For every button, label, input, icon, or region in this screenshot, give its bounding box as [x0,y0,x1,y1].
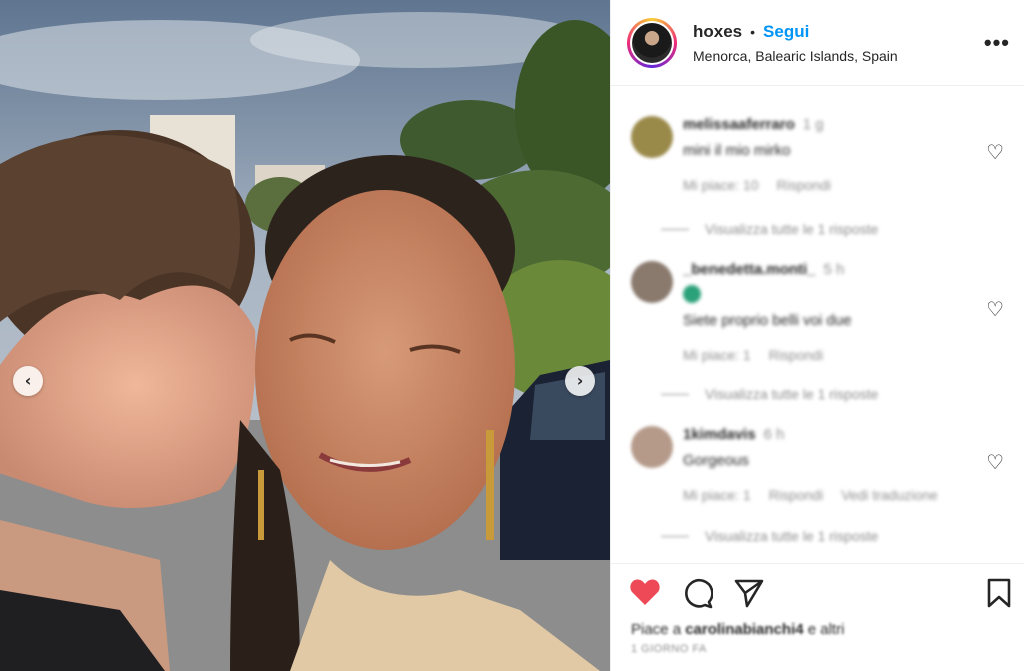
next-photo-button[interactable]: › [565,366,595,396]
view-replies[interactable]: Visualizza tutte le 1 risposte [661,386,878,402]
comment-time: 1 g [802,116,824,133]
see-translation-button[interactable]: Vedi traduzione [841,487,938,503]
comment-username[interactable]: _benedetta.monti_ [683,261,816,278]
comment-likes[interactable]: Mi piace: 1 [683,487,751,503]
comment-icon[interactable] [681,577,714,614]
comment-like-icon[interactable]: ♡ [986,450,1004,475]
comment-like-icon[interactable]: ♡ [986,140,1004,165]
comment-time: 6 h [763,426,785,443]
view-replies-label: Visualizza tutte le 1 risposte [705,221,879,237]
follow-button[interactable]: Segui [763,22,809,42]
more-options-icon[interactable]: ••• [984,30,1010,56]
send-icon[interactable] [733,577,765,614]
comment-avatar[interactable] [631,426,673,468]
post-dialog: ‹ › hoxes • Segui Menorca, Balearic Isla… [0,0,1024,671]
view-replies-label: Visualizza tutte le 1 risposte [705,528,879,544]
post-header: hoxes • Segui Menorca, Balearic Islands,… [611,0,1024,86]
comment-text: Gorgeous [683,452,749,469]
comment-username[interactable]: melissaaferraro [683,116,795,133]
separator-dot: • [750,23,756,40]
comment-username[interactable]: 1kimdavis [683,426,756,443]
post-location[interactable]: Menorca, Balearic Islands, Spain [693,48,898,64]
heart-filled-icon[interactable] [629,577,661,612]
author-avatar[interactable] [627,17,677,68]
comment-avatar[interactable] [631,116,673,158]
comments-list[interactable]: melissaaferraro 1 g mini il mio mirko Mi … [611,86,1024,563]
post-side-panel: hoxes • Segui Menorca, Balearic Islands,… [610,0,1024,671]
view-replies-label: Visualizza tutte le 1 risposte [705,386,879,402]
reply-button[interactable]: Rispondi [769,487,823,503]
author-username[interactable]: hoxes [693,22,742,42]
chevron-left-icon: ‹ [24,371,32,390]
previous-photo-button[interactable]: ‹ [13,366,43,396]
post-actions-bar: Piace a carolinabianchi4 e altri 1 GIORN… [611,563,1024,671]
likes-prefix: Piace a [631,621,686,638]
likes-suffix: e altri [803,621,845,638]
comment-like-icon[interactable]: ♡ [986,297,1004,322]
reply-button[interactable]: Rispondi [769,347,823,363]
view-replies[interactable]: Visualizza tutte le 1 risposte [661,221,878,237]
post-photo [0,0,610,671]
view-replies[interactable]: Visualizza tutte le 1 risposte [661,528,878,544]
reply-button[interactable]: Rispondi [776,177,830,193]
post-date: 1 GIORNO FA [631,643,707,655]
verified-badge-icon [683,285,701,303]
comment-text: mini il mio mirko [683,142,791,159]
author-avatar-image [632,22,672,63]
comment-likes[interactable]: Mi piace: 10 [683,177,758,193]
post-media[interactable]: ‹ › [0,0,610,671]
likes-user[interactable]: carolinabianchi4 [685,621,803,638]
chevron-right-icon: › [576,371,584,390]
comment-likes[interactable]: Mi piace: 1 [683,347,751,363]
bookmark-icon[interactable] [985,577,1013,614]
comment-time: 5 h [823,261,845,278]
likes-summary[interactable]: Piace a carolinabianchi4 e altri [631,621,844,638]
comment-avatar[interactable] [631,261,673,303]
comment-text: Siete proprio belli voi due [683,312,852,329]
